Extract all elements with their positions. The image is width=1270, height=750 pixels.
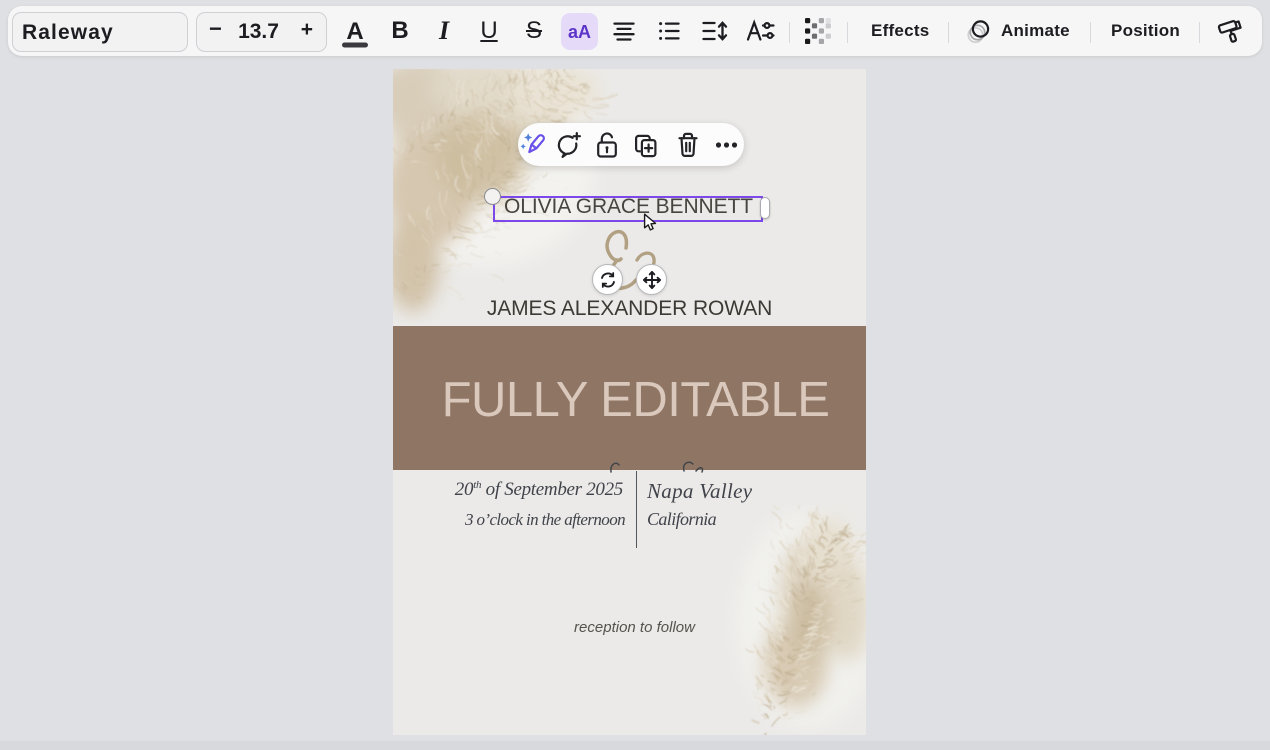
svg-text:A: A [346, 18, 363, 45]
